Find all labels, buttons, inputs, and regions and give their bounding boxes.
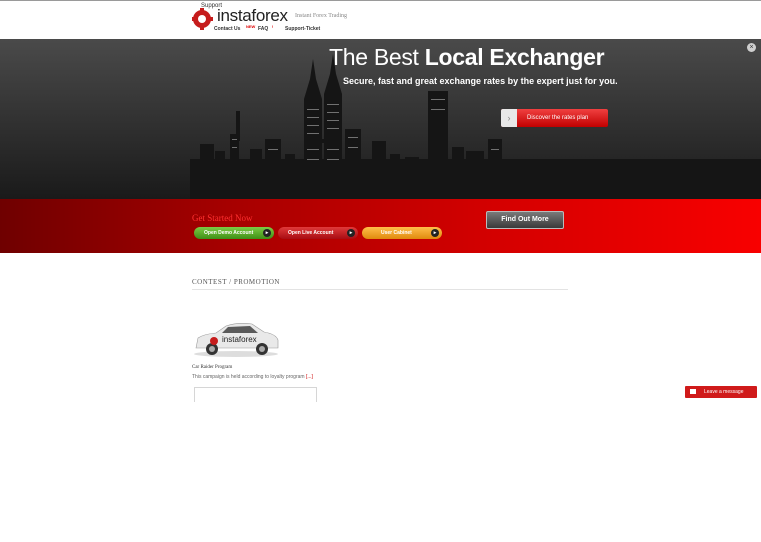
open-demo-account-button[interactable]: Open Demo Account ▸ <box>194 227 274 239</box>
play-icon: ▸ <box>263 229 271 237</box>
hero-title: The Best Local Exchanger <box>329 44 605 71</box>
open-live-account-button[interactable]: Open Live Account ▸ <box>278 227 358 239</box>
close-icon[interactable]: × <box>747 43 756 52</box>
tagline: Instant Forex Trading <box>295 13 348 19</box>
nav-support-ticket[interactable]: Support-Ticket <box>285 26 320 32</box>
hero-title-bold: Local Exchanger <box>424 44 605 70</box>
section-divider <box>192 289 568 290</box>
promo-next-item <box>194 387 317 402</box>
promo-description: This campaign is held according to loyal… <box>192 374 313 380</box>
hero-title-light: The Best <box>329 44 425 70</box>
leave-message-label: Leave a message <box>704 389 744 395</box>
leave-message-button[interactable]: Leave a message <box>685 386 757 398</box>
user-cabinet-label: User Cabinet <box>381 230 412 236</box>
get-started-band: Get Started Now Open Demo Account ▸ Open… <box>0 199 761 253</box>
logo-gear-icon <box>192 8 213 30</box>
get-started-title: Get Started Now <box>192 213 253 223</box>
play-icon: ▸ <box>347 229 355 237</box>
alert-badge: ! <box>272 24 274 29</box>
discover-rates-label: Discover the rates plan <box>527 115 589 121</box>
nav-faq[interactable]: FAQ <box>258 26 268 32</box>
new-badge: NEW <box>246 24 256 29</box>
read-more-link[interactable]: [...] <box>306 374 313 380</box>
mail-icon <box>690 389 696 394</box>
hero-subtitle: Secure, fast and great exchange rates by… <box>343 76 618 86</box>
contest-section-title: CONTEST / PROMOTION <box>192 278 280 286</box>
open-demo-account-label: Open Demo Account <box>204 230 254 236</box>
nav-contact-us[interactable]: Contact Us <box>214 26 240 32</box>
play-icon: ▸ <box>431 229 439 237</box>
user-cabinet-button[interactable]: User Cabinet ▸ <box>362 227 442 239</box>
logo-text[interactable]: instaforex <box>217 6 288 26</box>
arrow-right-icon: › <box>501 109 517 127</box>
site-header: Support instaforex Instant Forex Trading… <box>0 1 761 39</box>
promo-title[interactable]: Car Raider Program <box>192 365 232 370</box>
hero-banner: The Best Local Exchanger Secure, fast an… <box>0 39 761 199</box>
open-live-account-label: Open Live Account <box>288 230 334 236</box>
find-out-more-button[interactable]: Find Out More <box>486 211 564 229</box>
car-logo-text: instaforex <box>222 335 257 344</box>
discover-rates-button[interactable]: › Discover the rates plan <box>501 109 608 127</box>
promo-description-text: This campaign is held according to loyal… <box>192 374 306 380</box>
